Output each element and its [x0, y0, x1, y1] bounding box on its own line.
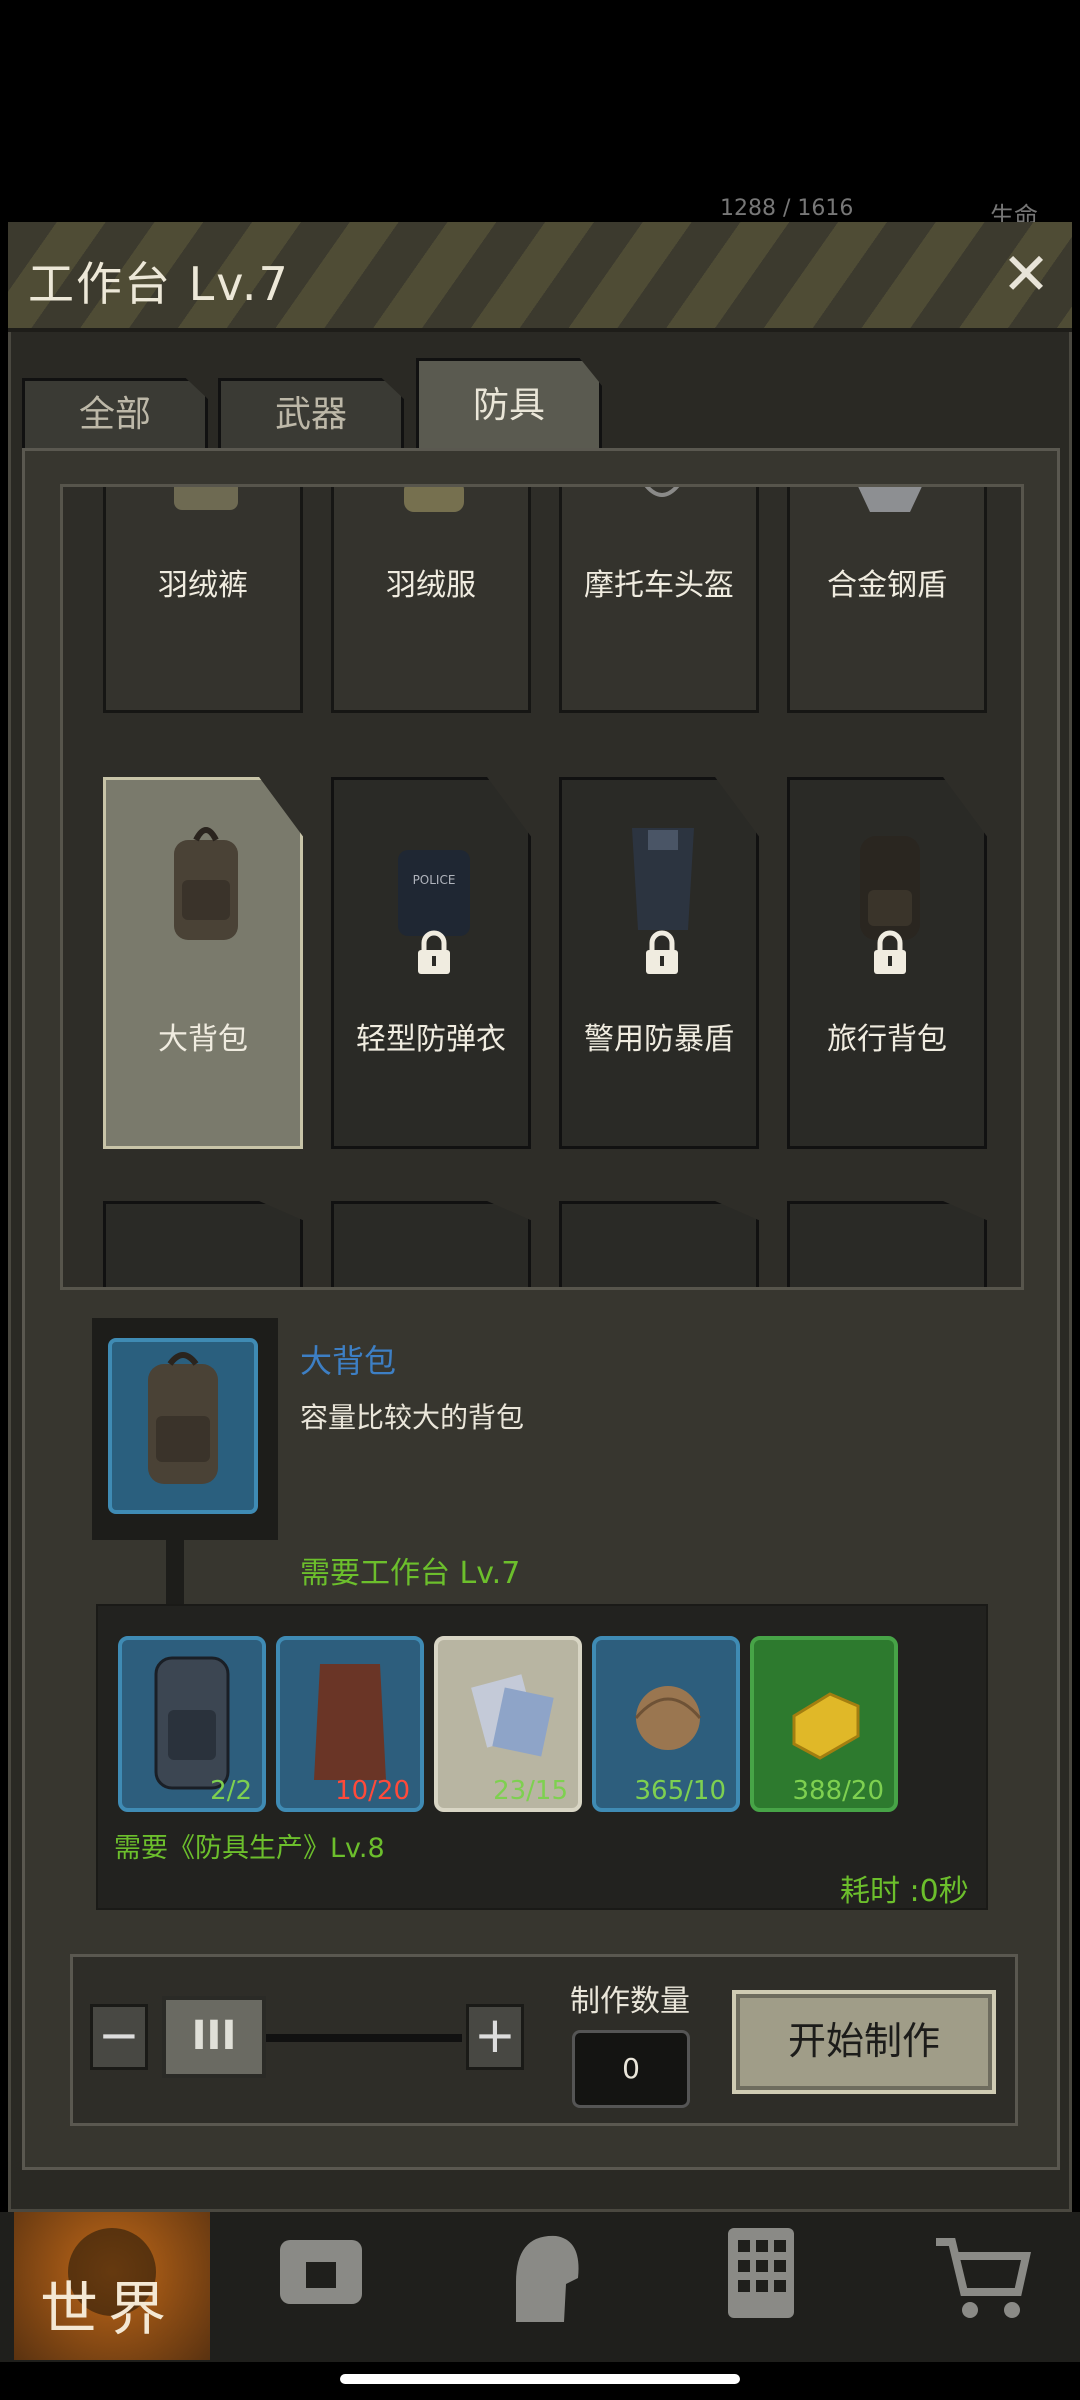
- lock-icon: [418, 930, 450, 974]
- tab-armor[interactable]: 防具: [416, 358, 602, 450]
- large-backpack-icon: [174, 827, 238, 940]
- craft-time: 耗时 :0秒: [840, 1874, 969, 1909]
- workbench-requirement: 需要工作台 Lv.7: [300, 1556, 521, 1591]
- quantity-slider-handle[interactable]: III: [162, 1996, 266, 2078]
- close-button[interactable]: ✕: [996, 245, 1056, 306]
- connector: [166, 1540, 184, 1604]
- material-count: 2/2: [210, 1776, 252, 1806]
- increase-button[interactable]: +: [466, 2004, 524, 2070]
- material-count: 365/10: [634, 1776, 726, 1806]
- material-slot[interactable]: 365/10: [592, 1636, 740, 1812]
- down-jacket-icon: [404, 487, 464, 512]
- police-vest-icon: POLICE: [398, 850, 470, 936]
- item-label: 旅行背包: [827, 1022, 947, 1057]
- lock-icon: [874, 930, 906, 974]
- head-profile-icon[interactable]: [486, 2222, 596, 2332]
- item-label: 羽绒服: [386, 568, 476, 603]
- material-count: 10/20: [335, 1776, 410, 1806]
- tab-weapons[interactable]: 武器: [218, 378, 404, 448]
- nav-world-label: 世界: [40, 2275, 177, 2343]
- alloy-shield-icon: [858, 487, 922, 512]
- panel-title: 工作台 Lv.7: [28, 257, 290, 311]
- down-pants-icon: [174, 487, 238, 510]
- material-slot[interactable]: 10/20: [276, 1636, 424, 1812]
- item-card[interactable]: [787, 1201, 987, 1287]
- lock-icon: [646, 930, 678, 974]
- item-label: 轻型防弹衣: [356, 1022, 506, 1057]
- quantity-field[interactable]: 0: [572, 2030, 690, 2108]
- item-card[interactable]: 羽绒裤: [103, 487, 303, 713]
- resource-counter: 1288 / 1616: [720, 196, 854, 221]
- item-card[interactable]: [103, 1201, 303, 1287]
- material-slot[interactable]: 23/15: [434, 1636, 582, 1812]
- item-thumbnail: [108, 1338, 258, 1514]
- home-indicator[interactable]: [340, 2374, 740, 2384]
- item-card-locked[interactable]: POLICE 轻型防弹衣: [331, 777, 531, 1149]
- svg-text:POLICE: POLICE: [413, 873, 456, 887]
- item-card-locked[interactable]: 旅行背包: [787, 777, 987, 1149]
- item-card[interactable]: 合金钢盾: [787, 487, 987, 713]
- item-card[interactable]: [331, 1201, 531, 1287]
- material-count: 388/20: [792, 1776, 884, 1806]
- start-craft-button[interactable]: 开始制作: [732, 1990, 996, 2094]
- building-icon[interactable]: [706, 2222, 816, 2332]
- item-label: 羽绒裤: [158, 568, 248, 603]
- backpack-icon[interactable]: [266, 2222, 376, 2332]
- material-slot[interactable]: 2/2: [118, 1636, 266, 1812]
- material-slot[interactable]: 388/20: [750, 1636, 898, 1812]
- item-name: 大背包: [300, 1342, 397, 1380]
- quantity-label: 制作数量: [570, 1984, 690, 2019]
- skill-requirement: 需要《防具生产》Lv.8: [114, 1833, 385, 1864]
- large-backpack-icon: [148, 1352, 218, 1484]
- item-card[interactable]: [559, 1201, 759, 1287]
- item-description: 容量比较大的背包: [300, 1401, 525, 1434]
- item-card-locked[interactable]: 警用防暴盾: [559, 777, 759, 1149]
- item-card-selected[interactable]: 大背包: [103, 777, 303, 1149]
- item-label: 摩托车头盔: [584, 568, 734, 603]
- motorcycle-helmet-icon: [644, 487, 680, 497]
- material-count: 23/15: [493, 1776, 568, 1806]
- item-card[interactable]: 羽绒服: [331, 487, 531, 713]
- item-grid[interactable]: 羽绒裤 羽绒服 摩托车头盔 合金钢盾 大背包 POLICE 轻型防弹衣 警用防暴…: [60, 484, 1024, 1290]
- decrease-button[interactable]: −: [90, 2004, 148, 2070]
- item-label: 大背包: [158, 1022, 248, 1057]
- tab-all[interactable]: 全部: [22, 378, 208, 448]
- item-label: 合金钢盾: [827, 568, 947, 603]
- item-label: 警用防暴盾: [584, 1022, 734, 1057]
- item-card[interactable]: 摩托车头盔: [559, 487, 759, 713]
- cart-icon[interactable]: [926, 2222, 1036, 2332]
